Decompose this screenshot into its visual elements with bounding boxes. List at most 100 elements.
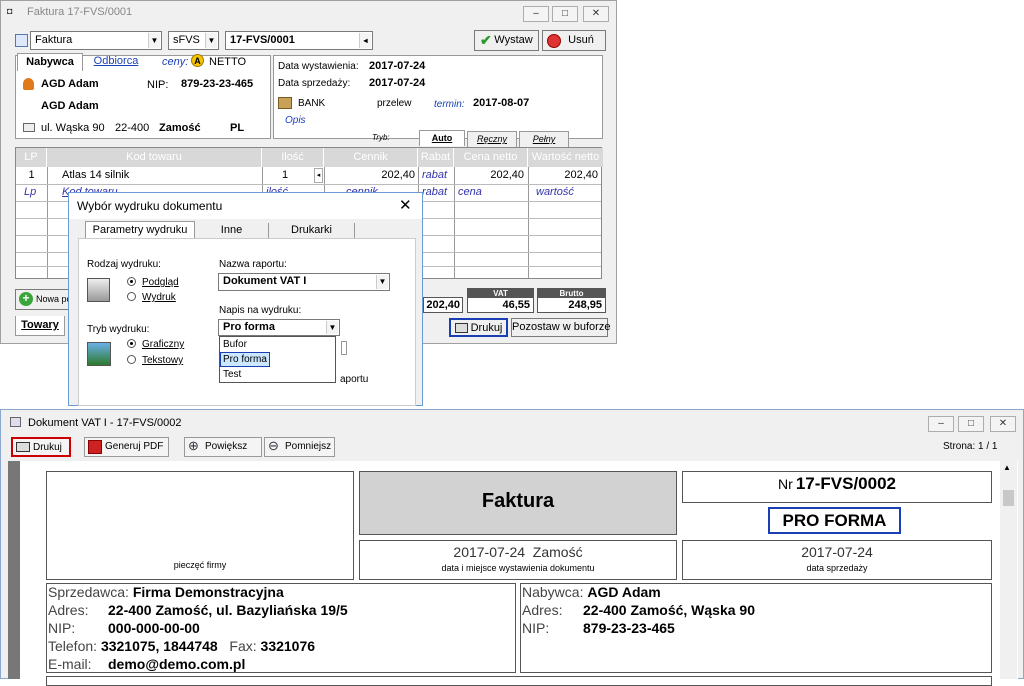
prices-label: ceny: [162,56,189,68]
zoom-out-button[interactable]: ⊖ Pomniejsz [264,437,335,457]
payment-method[interactable]: BANK [298,98,325,109]
vat-total-label: VAT [468,289,533,298]
notes-label[interactable]: Opis [285,115,306,126]
scrollbar-up-arrow[interactable]: ▲ [1003,463,1011,472]
due-label: termin: [434,99,465,110]
col-header-lp[interactable]: LP [16,148,47,167]
buyer-name-2: AGD Adam [41,100,99,112]
doc-title: Faktura [481,490,555,512]
buyer-postal: 22-400 [115,122,150,134]
generate-pdf-button[interactable]: Generuj PDF [84,437,169,457]
payment-type[interactable]: przelew [377,98,411,109]
caption-option-test[interactable]: Test [220,367,335,382]
doc-buyer-name: AGD Adam [587,584,661,600]
scrollbar-thumb[interactable] [1003,490,1014,506]
caption-dropdown-list: Bufor Pro forma Test [219,336,336,383]
report-value: Dokument VAT I [223,275,307,287]
leave-in-buffer-button[interactable]: Pozostaw w buforze [511,318,610,337]
tab-mode-manual-label: Ręczny [476,134,507,144]
radio-preview[interactable]: Podgląd [127,277,179,288]
zoom-in-button[interactable]: ⊕ Powiększ [184,437,262,457]
seller-label: Sprzedawca: [48,584,129,600]
tab-mode-auto[interactable]: Auto [419,130,465,146]
date-sale-label: Data sprzedaży: [278,78,351,89]
sale-caption: data sprzedaży [806,563,868,573]
number-field[interactable]: 17-FVS/0001 ◂ [225,31,373,50]
minimize-button[interactable]: – [523,6,549,22]
seller-line: Sprzedawca: Firma Demonstracyjna [48,584,284,600]
radio-graphic[interactable]: Graficzny [127,339,184,350]
col-header-code[interactable]: Kod towaru [47,148,262,167]
cell-qty: 1 [282,169,289,181]
gross-total-label: Brutto [538,289,605,298]
radio-print-label: Wydruk [142,292,176,303]
col-header-price-list[interactable]: Cennik [324,148,418,167]
prices-mode-icon[interactable]: A [191,54,204,67]
issue-button[interactable]: ✔ Wystaw [474,30,539,51]
vat-total: 46,55 [502,299,530,311]
col-header-net-price[interactable]: Cena netto [454,148,528,167]
radio-print-dot [127,292,136,301]
caption-option-pro-forma[interactable]: Pro forma [220,352,270,367]
new-item-button[interactable]: + Nowa po [15,289,73,310]
col-header-qty[interactable]: Ilość [262,148,324,167]
report-label: Nazwa raportu: [219,259,287,270]
doc-number-value: 17-FVS/0002 [795,474,897,493]
date-issue[interactable]: 2017-07-24 [369,60,425,72]
pro-forma-badge: PRO FORMA [768,507,901,534]
col-header-net-value[interactable]: Wartość netto [528,148,603,167]
tab-mode-full[interactable]: Pełny [519,131,569,147]
tab-recipient-label: Odbiorca [93,55,139,67]
sale-date: 2017-07-24 [801,544,873,560]
tab-mode-manual[interactable]: Ręczny [467,131,517,147]
tab-recipient[interactable]: Odbiorca [91,55,141,70]
tab-goods[interactable]: Towary [15,316,65,336]
radio-print[interactable]: Wydruk [127,292,176,303]
app-icon: ◘ [7,6,13,16]
caption-value: Pro forma [223,321,275,333]
radio-preview-dot [127,277,136,286]
tab-other[interactable]: Inne [195,223,269,239]
preview-print-button[interactable]: Drukuj [11,437,71,457]
caption-select[interactable]: Pro forma ▼ [218,319,340,336]
tab-print-params-label: Parametry wydruku [92,224,188,236]
qty-spin-icon[interactable]: ◂ [314,168,323,183]
series-select[interactable]: sFVS ▼ [168,31,219,50]
due-date[interactable]: 2017-08-07 [473,97,529,109]
doc-buyer-line: Nabywca: AGD Adam [522,584,661,600]
seller-name: Firma Demonstracyjna [132,584,284,600]
chevron-down-icon: ▼ [326,321,338,334]
report-select[interactable]: Dokument VAT I ▼ [218,273,390,291]
maximize-button[interactable]: □ [552,6,578,22]
preview-close-button[interactable]: ✕ [990,416,1016,432]
issue-button-label: Wystaw [494,34,533,46]
col-header-discount[interactable]: Rabat [418,148,454,167]
tab-goods-label: Towary [21,319,59,331]
close-icon[interactable]: ✕ [399,196,412,214]
issue-caption: data i miejsce wystawienia dokumentu [441,563,595,573]
tab-buyer[interactable]: Nabywca [17,53,83,71]
doc-buyer-nip-label: NIP: [522,620,550,636]
preview-minimize-button[interactable]: – [928,416,954,432]
page-info: Strona: 1 / 1 [943,441,998,452]
print-mode-label: Tryb wydruku: [87,324,150,335]
chevron-down-icon: ▼ [148,33,160,48]
tab-printers[interactable]: Drukarki [269,223,355,239]
fax-value: 3321076 [260,638,316,654]
print-dialog-title: Wybór wydruku dokumentu [77,199,223,213]
preview-maximize-button[interactable]: □ [958,416,984,432]
radio-text[interactable]: Tekstowy [127,355,183,366]
print-button[interactable]: Drukuj [449,318,508,337]
print-button-label: Drukuj [470,322,503,334]
delete-button[interactable]: Usuń [542,30,606,51]
close-button[interactable]: ✕ [583,6,609,22]
doc-buyer-nip: 879-23-23-465 [583,620,675,636]
caption-option-buffer[interactable]: Bufor [220,337,335,352]
date-sale[interactable]: 2017-07-24 [369,77,425,89]
print-dialog-titlebar: Wybór wydruku dokumentu ✕ [69,193,422,219]
number-value: 17-FVS/0001 [230,34,295,46]
tab-print-params[interactable]: Parametry wydruku [85,221,195,239]
net-total: 202,40 [423,297,463,313]
doc-type-select[interactable]: Faktura ▼ [30,31,162,50]
seller-nip-label: NIP: [48,620,76,636]
